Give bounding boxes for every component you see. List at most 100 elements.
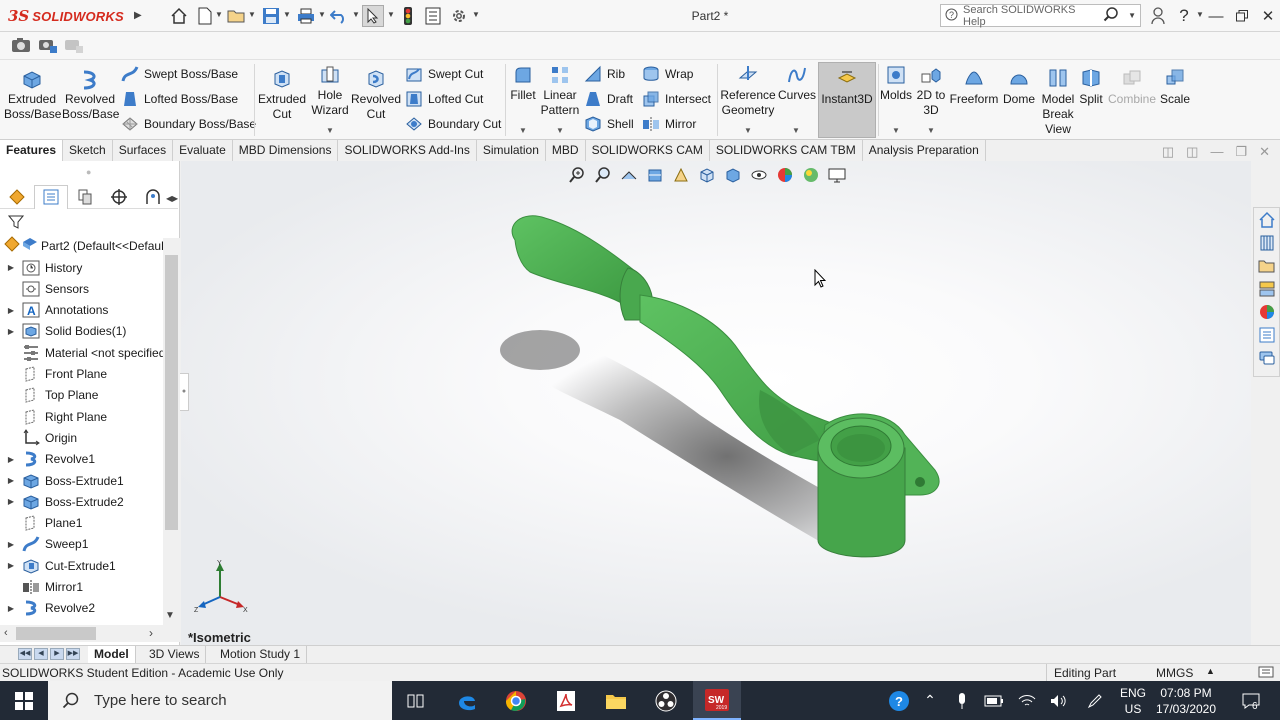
freeform-button[interactable]: Freeform: [948, 68, 1000, 107]
rib-button[interactable]: Rib: [584, 65, 625, 83]
show-hidden-icons-chevron-icon[interactable]: ⌃: [918, 681, 942, 720]
tree-item-right-plane[interactable]: Right Plane: [0, 406, 163, 427]
edit-appearance-icon[interactable]: [774, 165, 796, 185]
help-icon[interactable]: ?: [1172, 4, 1196, 28]
tree-item-revolve2[interactable]: ▶ Revolve2: [0, 598, 163, 619]
pane-collapse-handle[interactable]: ●: [86, 167, 91, 177]
solidworks-logo[interactable]: 3S SOLIDWORKS: [8, 6, 124, 26]
taskbar-clock[interactable]: 07:08 PM 17/03/2020: [1154, 681, 1218, 720]
taskbar-search-input[interactable]: Type here to search: [94, 692, 227, 709]
menu-expand-arrow-icon[interactable]: ▶: [134, 8, 144, 24]
molds-button[interactable]: Molds: [878, 64, 914, 103]
tab-mbd-dimensions[interactable]: MBD Dimensions: [233, 140, 339, 161]
file-explorer-icon[interactable]: [1254, 254, 1279, 277]
help-dropdown-icon[interactable]: ▼: [1196, 10, 1204, 19]
reference-geometry-dropdown-icon[interactable]: ▼: [744, 126, 752, 135]
display-style-icon[interactable]: [722, 165, 744, 185]
expand-arrow-icon[interactable]: ▶: [4, 263, 18, 272]
custom-properties-icon[interactable]: [1254, 323, 1279, 346]
swept-boss-button[interactable]: Swept Boss/Base: [121, 65, 238, 83]
tab-sketch[interactable]: Sketch: [63, 140, 113, 161]
hide-show-items-icon[interactable]: [748, 165, 770, 185]
tree-item-front-plane[interactable]: Front Plane: [0, 364, 163, 385]
tab-solidworks-cam-tbm[interactable]: SOLIDWORKS CAM TBM: [710, 140, 863, 161]
tab-evaluate[interactable]: Evaluate: [173, 140, 233, 161]
tree-item-boss-extrude1[interactable]: ▶ Boss-Extrude1: [0, 470, 163, 491]
zoom-to-fit-icon[interactable]: [566, 165, 588, 185]
next-tab-arrow-icon[interactable]: ▶: [50, 648, 64, 660]
new-dropdown-icon[interactable]: ▼: [215, 10, 223, 19]
viewport-restore-icon[interactable]: ❐: [1235, 144, 1247, 160]
options-gear-icon[interactable]: [448, 5, 470, 27]
model-break-view-button[interactable]: Model Break View: [1038, 68, 1078, 137]
status-customize-icon[interactable]: [1258, 665, 1274, 682]
status-units[interactable]: MMGS: [1156, 666, 1193, 680]
edge-browser-icon[interactable]: [443, 681, 491, 720]
revolved-cut-button[interactable]: Revolved Cut: [351, 68, 401, 122]
shell-button[interactable]: Shell: [584, 115, 634, 133]
lofted-boss-button[interactable]: Lofted Boss/Base: [121, 90, 238, 108]
tree-item-solid-bodies-1[interactable]: ▶ Solid Bodies(1): [0, 321, 163, 342]
camera-icon[interactable]: [10, 36, 32, 57]
minimize-window-icon[interactable]: —: [1204, 4, 1228, 28]
input-language-indicator[interactable]: ENG US: [1116, 681, 1150, 720]
help-search-box[interactable]: ? Search SOLIDWORKS Help ▼: [940, 4, 1141, 28]
first-tab-arrow-icon[interactable]: ◀◀: [18, 648, 32, 660]
molds-dropdown-icon[interactable]: ▼: [892, 126, 900, 135]
open-folder-icon[interactable]: [226, 5, 248, 27]
configuration-manager-tab[interactable]: [68, 185, 102, 209]
search-magnifier-icon[interactable]: [1103, 6, 1119, 25]
solidworks-resources-home-icon[interactable]: [1254, 208, 1279, 231]
expand-arrow-icon[interactable]: ▶: [4, 604, 18, 613]
tree-item-history[interactable]: ▶ History: [0, 257, 163, 278]
dimxpert-manager-tab[interactable]: [102, 185, 136, 209]
tree-scroll-right-icon[interactable]: ›: [149, 626, 153, 640]
split-button[interactable]: Split: [1076, 68, 1106, 107]
2d-to-3d-button[interactable]: 2D to 3D: [914, 64, 948, 118]
battery-tray-icon[interactable]: [982, 681, 1006, 720]
hole-wizard-dropdown-icon[interactable]: ▼: [326, 126, 334, 135]
tree-item-sensors[interactable]: Sensors: [0, 278, 163, 299]
acrobat-reader-icon[interactable]: [542, 681, 590, 720]
file-properties-icon[interactable]: [422, 5, 444, 27]
tree-item-plane1[interactable]: Plane1: [0, 513, 163, 534]
tree-filter-icon[interactable]: [7, 214, 25, 233]
draft-button[interactable]: Draft: [584, 90, 633, 108]
reference-geometry-button[interactable]: Reference Geometry: [719, 64, 777, 118]
select-dropdown-icon[interactable]: ▼: [387, 10, 395, 19]
curves-button[interactable]: Curves: [776, 64, 818, 103]
tab-3d-views[interactable]: 3D Views: [143, 646, 207, 663]
expand-arrow-icon[interactable]: ▶: [4, 540, 18, 549]
pen-workspace-tray-icon[interactable]: [1082, 681, 1108, 720]
apply-scene-icon[interactable]: [800, 165, 822, 185]
last-tab-arrow-icon[interactable]: ▶▶: [66, 648, 80, 660]
2d-to-3d-dropdown-icon[interactable]: ▼: [927, 126, 935, 135]
instant3d-button[interactable]: Instant3D: [819, 68, 875, 107]
obs-studio-icon[interactable]: [642, 681, 690, 720]
tab-features[interactable]: Features: [0, 140, 64, 161]
taskbar-search-box[interactable]: Type here to search: [48, 681, 392, 720]
expand-arrow-icon[interactable]: ▶: [4, 306, 18, 315]
extruded-boss-button[interactable]: Extruded Boss/Base: [4, 68, 61, 122]
section-view-icon[interactable]: [644, 165, 666, 185]
lofted-cut-button[interactable]: Lofted Cut: [405, 90, 483, 108]
prev-tab-arrow-icon[interactable]: ◀: [34, 648, 48, 660]
print-icon[interactable]: [295, 5, 317, 27]
dome-button[interactable]: Dome: [1000, 68, 1038, 107]
tab-model[interactable]: Model: [88, 646, 136, 663]
tree-root-part[interactable]: Part2 (Default<<Default>_Display State 1…: [0, 235, 168, 256]
design-library-icon[interactable]: [1254, 231, 1279, 254]
swept-cut-button[interactable]: Swept Cut: [405, 65, 483, 83]
expand-arrow-icon[interactable]: ▶: [4, 497, 18, 506]
boundary-cut-button[interactable]: Boundary Cut: [405, 115, 501, 133]
pane-tabs-scroll-right-icon[interactable]: ▶: [172, 194, 178, 203]
zoom-to-area-icon[interactable]: [592, 165, 614, 185]
appearances-scenes-icon[interactable]: [1254, 300, 1279, 323]
linear-pattern-button[interactable]: Linear Pattern: [540, 64, 580, 118]
select-cursor-icon[interactable]: [362, 5, 384, 27]
previous-view-icon[interactable]: [618, 165, 640, 185]
file-explorer-taskbar-icon[interactable]: [592, 681, 640, 720]
units-dropdown-icon[interactable]: ▲: [1206, 666, 1215, 676]
fillet-dropdown-icon[interactable]: ▼: [519, 126, 527, 135]
expand-arrow-icon[interactable]: ▶: [4, 561, 18, 570]
